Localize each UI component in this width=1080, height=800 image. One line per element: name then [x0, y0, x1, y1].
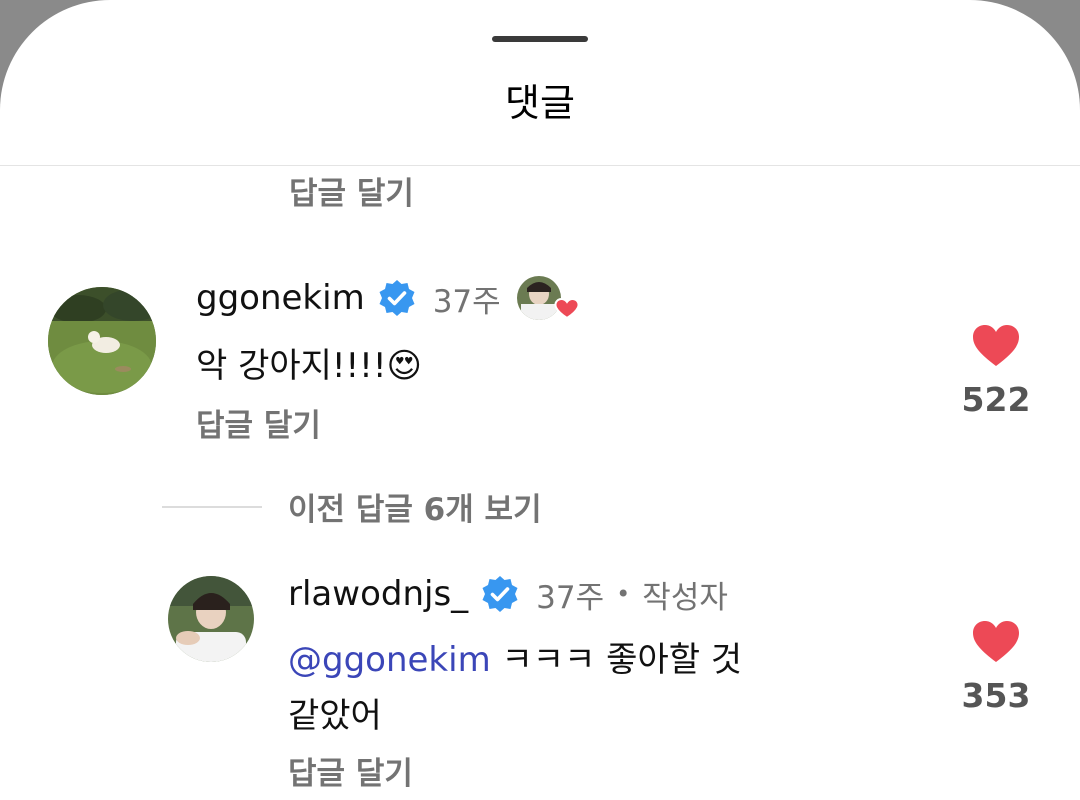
reply-text: @ggonekim ㅋㅋㅋ 좋아할 것 같았어 — [288, 632, 742, 744]
comment-time: 37주 — [432, 283, 501, 320]
author-avatar-icon — [516, 276, 580, 320]
like-count: 353 — [961, 676, 1031, 715]
verified-badge-icon — [379, 280, 415, 316]
verified-badge-icon — [482, 576, 518, 612]
heart-filled-icon[interactable] — [972, 620, 1020, 664]
avatar-image — [168, 576, 254, 662]
reply-text-line2: 같았어 — [288, 696, 382, 736]
drag-handle[interactable] — [492, 36, 588, 42]
like-count: 522 — [961, 380, 1031, 419]
mention-link[interactable]: @ggonekim — [288, 640, 491, 680]
separator-dot: • — [616, 580, 631, 608]
comment-header: ggonekim 37주 — [196, 274, 580, 322]
comment-like: 522 — [956, 324, 1036, 419]
sheet-title: 댓글 — [505, 81, 575, 125]
reply-button[interactable]: 답글 달기 — [288, 754, 413, 794]
liked-by-author-badge — [515, 274, 580, 322]
reply-time: 37주 — [536, 579, 605, 616]
comments-sheet: 댓글 답글 달기 ggonekim 37주 악 강아지!!!!😍 답글 달기 5… — [0, 0, 1080, 800]
view-previous-replies[interactable]: 이전 답글 6개 보기 — [162, 484, 542, 529]
view-previous-replies-label[interactable]: 이전 답글 6개 보기 — [288, 484, 542, 529]
reply-button[interactable]: 답글 달기 — [289, 174, 414, 214]
reply-button[interactable]: 답글 달기 — [196, 406, 321, 446]
reply-header: rlawodnjs_ 37주 • 작성자 — [288, 572, 728, 616]
header-divider — [0, 165, 1080, 166]
heart-filled-icon[interactable] — [972, 324, 1020, 368]
username[interactable]: rlawodnjs_ — [288, 574, 468, 614]
username[interactable]: ggonekim — [196, 278, 365, 318]
avatar-image — [48, 287, 156, 395]
replies-divider-line — [162, 505, 262, 508]
comment-text: 악 강아지!!!!😍 — [196, 346, 422, 386]
reply-like: 353 — [956, 620, 1036, 715]
reply-text-line1: ㅋㅋㅋ 좋아할 것 — [490, 640, 743, 680]
avatar[interactable] — [168, 576, 254, 662]
avatar[interactable] — [48, 287, 156, 395]
author-label: 작성자 — [642, 579, 728, 616]
